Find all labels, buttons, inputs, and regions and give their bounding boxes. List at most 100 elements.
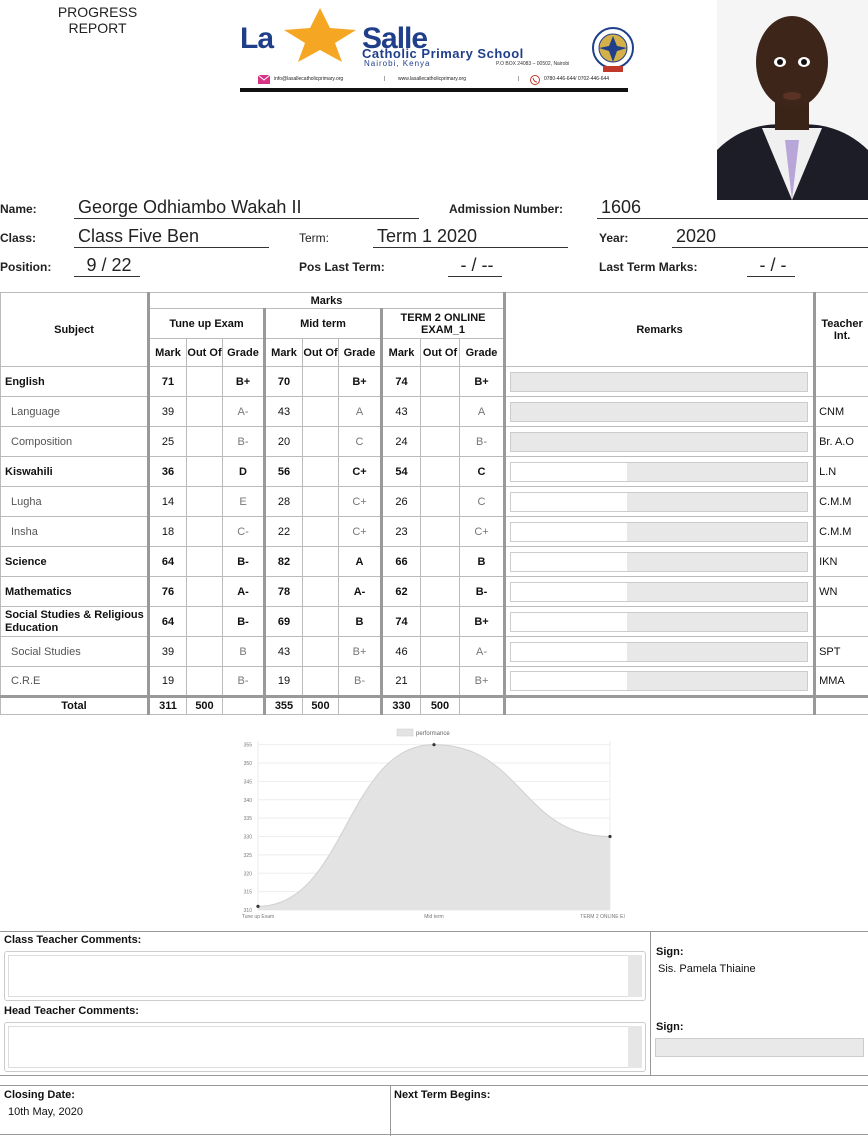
head-teacher-comments-field[interactable]	[4, 1022, 646, 1072]
class-teacher-comments-field[interactable]	[4, 951, 646, 1001]
total-outof-3: 500	[420, 695, 460, 715]
mark-2: 78	[264, 576, 303, 607]
total-label: Total	[0, 695, 150, 715]
pos-last-term-value: - / --	[448, 254, 502, 277]
total-grade-3	[458, 695, 507, 715]
subject-row: English 71 B+ 70 B+ 74 B+	[0, 366, 868, 397]
report-title-line1: PROGRESS	[57, 4, 138, 20]
subject-name: Mathematics	[0, 576, 150, 607]
grade-2: C	[338, 426, 383, 457]
outof-1	[186, 426, 223, 457]
outof-3	[420, 576, 460, 607]
remark-field[interactable]	[510, 431, 809, 452]
subject-name: Social Studies	[0, 636, 150, 667]
grade-2: A	[338, 546, 383, 577]
report-title-line2: REPORT	[68, 20, 127, 36]
teacher-initials: Br. A.O	[813, 426, 868, 457]
grade-1: B-	[222, 426, 266, 457]
teacher-header: Teacher Int.	[813, 292, 868, 367]
subject-row: Science 64 B- 82 A 66 B IKN	[0, 546, 868, 577]
remarks-cell	[504, 366, 816, 397]
outof-3	[420, 606, 460, 637]
remark-field[interactable]	[510, 521, 809, 542]
year-label: Year:	[599, 231, 629, 245]
outof-1	[186, 366, 223, 397]
grade-1: B	[222, 636, 266, 667]
outof-2	[302, 546, 339, 577]
mark-3: 24	[381, 426, 421, 457]
school-crest-icon	[592, 27, 634, 72]
head-teacher-comments-label: Head Teacher Comments:	[4, 1005, 139, 1017]
position-label: Position:	[0, 260, 52, 274]
mark-1: 39	[148, 396, 187, 427]
total-grade-2	[338, 695, 383, 715]
mark-1: 25	[148, 426, 187, 457]
mark-2: 70	[264, 366, 303, 397]
outof-1	[186, 666, 223, 697]
subject-row: Social Studies & Religious Education 64 B-…	[0, 606, 868, 637]
grade-3: B-	[458, 426, 507, 457]
outof-2	[302, 606, 339, 637]
grade-2: B	[338, 606, 383, 637]
head-teacher-signature-field[interactable]	[655, 1038, 864, 1057]
closing-date-label: Closing Date:	[4, 1089, 75, 1101]
outof-3	[420, 486, 460, 517]
remark-field[interactable]	[510, 461, 809, 482]
teacher-initials: WN	[813, 576, 868, 607]
grade-1: E	[222, 486, 266, 517]
mark-3: 21	[381, 666, 421, 697]
data-point	[432, 743, 436, 747]
grade-1: B-	[222, 666, 266, 697]
remark-field[interactable]	[510, 371, 809, 392]
outof-col-header: Out Of	[302, 338, 339, 367]
outof-3	[420, 366, 460, 397]
remark-field[interactable]	[510, 401, 809, 422]
teacher-initials: SPT	[813, 636, 868, 667]
series-area	[258, 744, 610, 910]
outof-3	[420, 426, 460, 457]
grade-3: C	[458, 486, 507, 517]
admission-number: 1606	[597, 196, 868, 219]
remark-field[interactable]	[510, 611, 809, 632]
outof-2	[302, 576, 339, 607]
mark-col-header: Mark	[148, 338, 187, 367]
remark-field[interactable]	[510, 671, 809, 691]
grade-3: B	[458, 546, 507, 577]
school-phone: 0780-446-644/ 0702-446-644	[544, 76, 610, 82]
remark-field[interactable]	[510, 581, 809, 602]
total-grade-1	[222, 695, 266, 715]
subject-name: Composition	[0, 426, 150, 457]
performance-chart: 355 350 345 340 335 330 325 320 315 310 Tune up Ex…	[225, 724, 640, 929]
scrollbar[interactable]	[628, 1026, 642, 1068]
outof-1	[186, 576, 223, 607]
grade-3: B-	[458, 576, 507, 607]
position-value: 9 / 22	[74, 254, 140, 277]
grade-1: C-	[222, 516, 266, 547]
remark-field[interactable]	[510, 641, 809, 662]
teacher-initials	[813, 606, 868, 637]
teacher-initials: C.M.M	[813, 486, 868, 517]
outof-col-header: Out Of	[186, 338, 223, 367]
logo-text-la: La	[240, 22, 274, 55]
outof-1	[186, 606, 223, 637]
class-label: Class:	[0, 231, 37, 245]
scrollbar[interactable]	[628, 955, 642, 997]
outof-2	[302, 396, 339, 427]
name-label: Name:	[0, 202, 37, 216]
mark-3: 54	[381, 456, 421, 487]
mark-1: 18	[148, 516, 187, 547]
mark-2: 20	[264, 426, 303, 457]
outof-3	[420, 546, 460, 577]
mark-2: 19	[264, 666, 303, 697]
student-photo	[717, 0, 868, 200]
y-tick-label: 355	[244, 743, 253, 749]
grade-3: A-	[458, 636, 507, 667]
school-city: Nairobi, Kenya	[364, 59, 431, 68]
remarks-cell	[504, 546, 816, 577]
remark-field[interactable]	[510, 551, 809, 572]
remark-field[interactable]	[510, 491, 809, 512]
header-bar	[240, 88, 628, 92]
grade-2: C+	[338, 516, 383, 547]
teacher-initials: IKN	[813, 546, 868, 577]
grade-3: C+	[458, 516, 507, 547]
